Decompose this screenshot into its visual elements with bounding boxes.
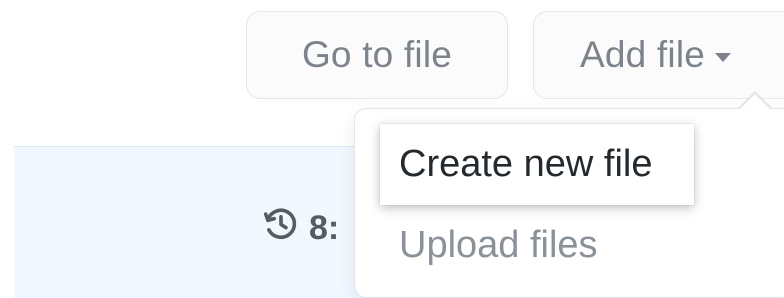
upload-files-menu-item[interactable]: Upload files: [399, 220, 598, 270]
add-file-button[interactable]: Add file: [533, 11, 784, 99]
create-new-file-menu-item[interactable]: Create new file: [380, 124, 694, 205]
go-to-file-label: Go to file: [301, 34, 453, 75]
history-icon: [263, 206, 309, 251]
go-to-file-button[interactable]: Go to file: [246, 11, 508, 99]
commit-count: 8:: [309, 209, 340, 247]
commit-history-link[interactable]: 8:: [263, 206, 339, 251]
caret-down-icon: [715, 53, 732, 62]
upload-files-label: Upload files: [399, 223, 598, 266]
dropdown-pointer-fill: [740, 94, 770, 109]
add-file-label: Add file: [580, 34, 706, 75]
create-new-file-label: Create new file: [399, 143, 653, 185]
